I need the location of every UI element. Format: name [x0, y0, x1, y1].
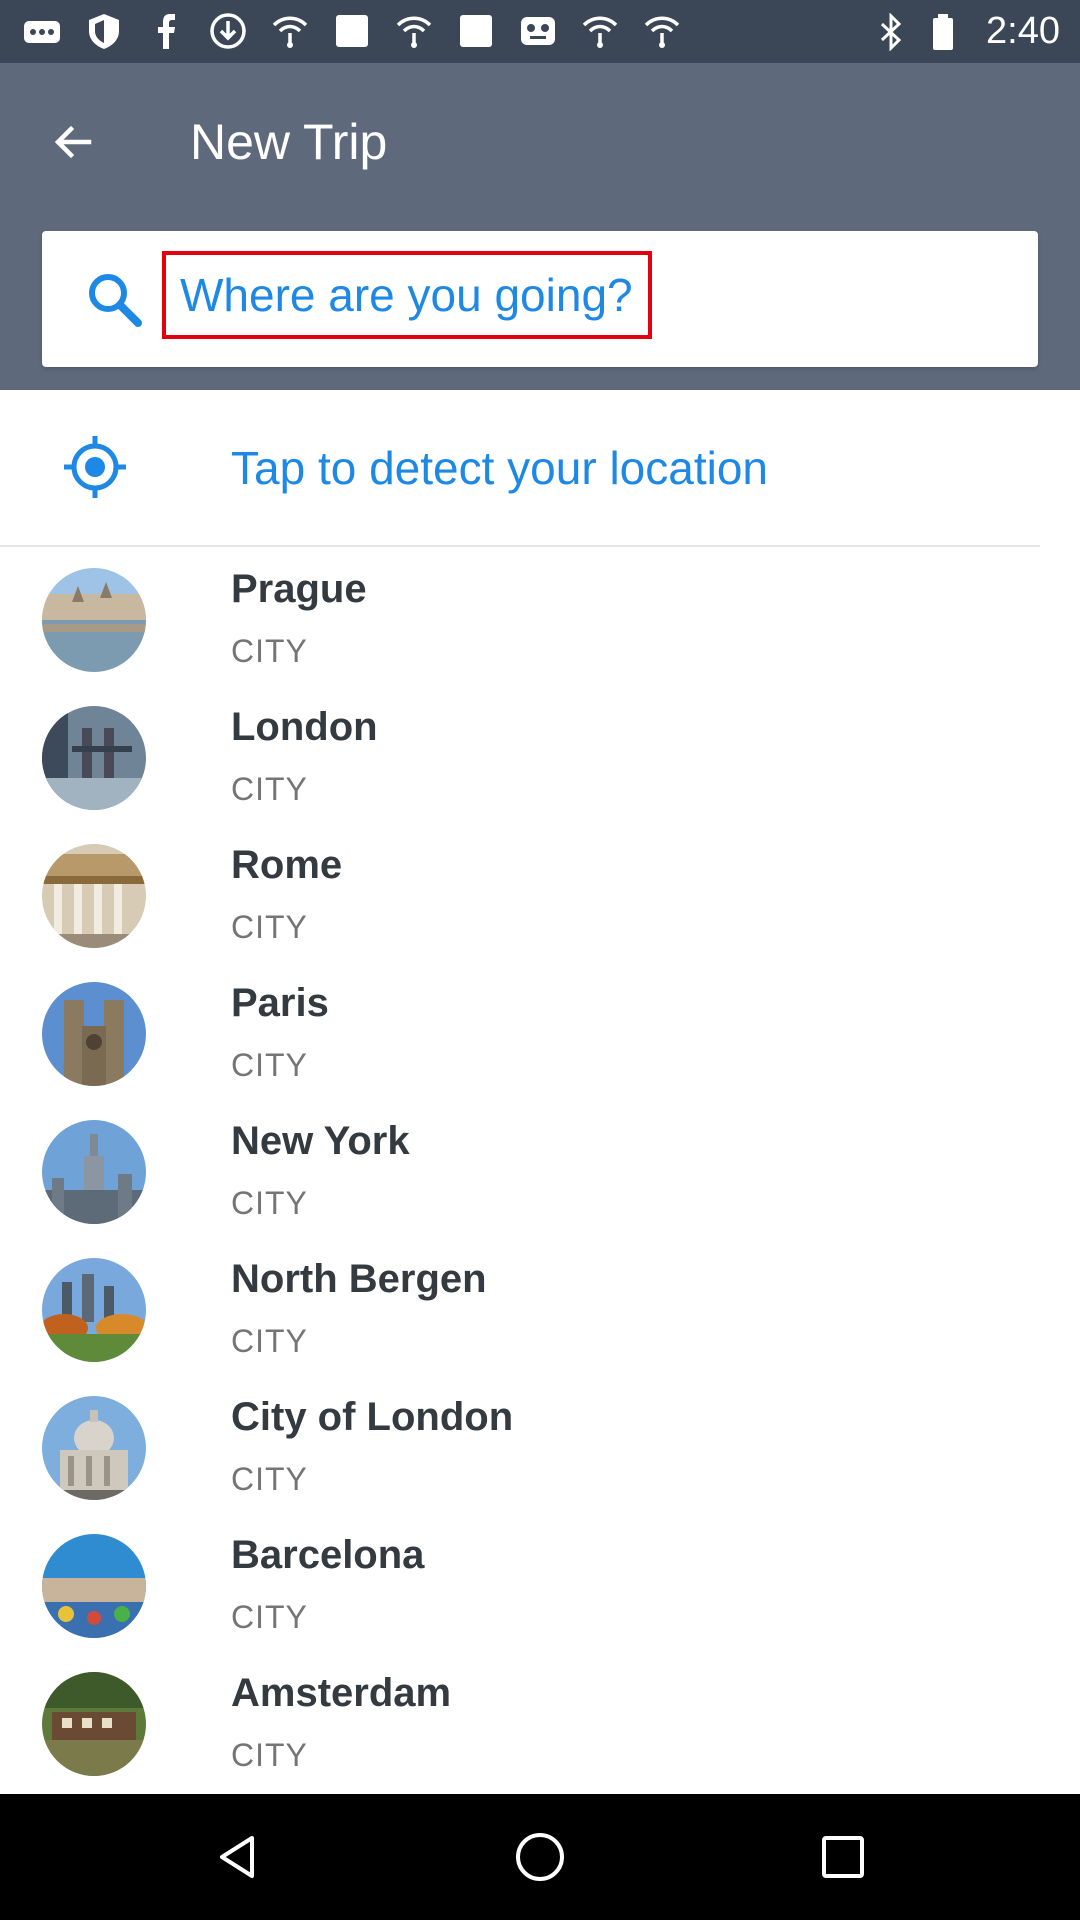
city-thumbnail: [42, 844, 146, 948]
game-icon: [521, 17, 555, 45]
list-item-rome[interactable]: Rome CITY: [0, 828, 1080, 966]
wifi-icon: [644, 16, 680, 48]
status-time: 2:40: [986, 10, 1060, 52]
city-thumbnail: [42, 1258, 146, 1362]
detect-location-label: Tap to detect your location: [231, 442, 768, 494]
city-thumbnail: [42, 1672, 146, 1776]
city-name: Rome: [231, 843, 343, 887]
nav-home-button[interactable]: [505, 1822, 575, 1892]
battery-icon: [933, 13, 954, 50]
shield-icon: [89, 14, 119, 49]
city-name: Prague: [231, 567, 367, 611]
search-bar[interactable]: [42, 231, 1038, 367]
download-icon: [210, 13, 246, 49]
city-type: CITY: [231, 1323, 308, 1359]
city-thumbnail: [42, 1120, 146, 1224]
bluetooth-icon: [881, 12, 902, 51]
page-title: New Trip: [190, 114, 388, 170]
city-thumbnail: [42, 1396, 146, 1500]
target-icon: [64, 436, 126, 498]
list-item-paris[interactable]: Paris CITY: [0, 966, 1080, 1104]
wifi-icon: [272, 16, 308, 48]
recents-square-icon: [822, 1836, 864, 1878]
city-thumbnail: [42, 1534, 146, 1638]
dots-icon: [24, 21, 60, 43]
list-item-amsterdam[interactable]: Amsterdam CITY: [0, 1656, 1080, 1794]
city-thumbnail: [42, 568, 146, 672]
city-type: CITY: [231, 1185, 308, 1221]
city-name: London: [231, 705, 378, 749]
divider: [0, 545, 1040, 547]
list-item-prague[interactable]: Prague CITY: [0, 552, 1080, 690]
city-type: CITY: [231, 1047, 308, 1083]
city-thumbnail: [42, 706, 146, 810]
status-system-icons: 2:40: [874, 0, 1060, 63]
city-type: CITY: [231, 1599, 308, 1635]
city-name: Barcelona: [231, 1533, 425, 1577]
facebook-icon: [158, 14, 175, 49]
nav-back-button[interactable]: [202, 1822, 272, 1892]
arrow-back-icon: [54, 125, 92, 159]
detect-location-row[interactable]: Tap to detect your location: [0, 390, 1080, 546]
list-item-barcelona[interactable]: Barcelona CITY: [0, 1518, 1080, 1656]
city-name: Amsterdam: [231, 1671, 452, 1715]
city-type: CITY: [231, 771, 308, 807]
navigation-bar: [0, 1794, 1080, 1920]
square-icon: [460, 15, 492, 47]
city-type: CITY: [231, 1737, 308, 1773]
status-notification-icons: [22, 10, 682, 52]
city-list: Prague CITY London CITY Rome CITY Paris …: [0, 552, 1080, 1794]
city-type: CITY: [231, 633, 308, 669]
app-bar: New Trip: [0, 63, 1080, 390]
city-name: City of London: [231, 1395, 514, 1439]
home-circle-icon: [516, 1833, 564, 1881]
wifi-icon: [582, 16, 618, 48]
city-type: CITY: [231, 909, 308, 945]
city-type: CITY: [231, 1461, 308, 1497]
list-item-london[interactable]: London CITY: [0, 690, 1080, 828]
back-triangle-icon: [220, 1836, 254, 1878]
city-name: North Bergen: [231, 1257, 487, 1301]
search-icon: [89, 274, 142, 327]
status-bar: 2:40: [0, 0, 1080, 63]
list-item-city-of-london[interactable]: City of London CITY: [0, 1380, 1080, 1518]
search-input[interactable]: [162, 251, 652, 339]
city-thumbnail: [42, 982, 146, 1086]
list-item-north-bergen[interactable]: North Bergen CITY: [0, 1242, 1080, 1380]
back-button[interactable]: [38, 107, 108, 177]
nav-recents-button[interactable]: [808, 1822, 878, 1892]
list-item-new-york[interactable]: New York CITY: [0, 1104, 1080, 1242]
city-name: Paris: [231, 981, 329, 1025]
wifi-icon: [396, 16, 432, 48]
square-icon: [336, 15, 368, 47]
city-name: New York: [231, 1119, 410, 1163]
